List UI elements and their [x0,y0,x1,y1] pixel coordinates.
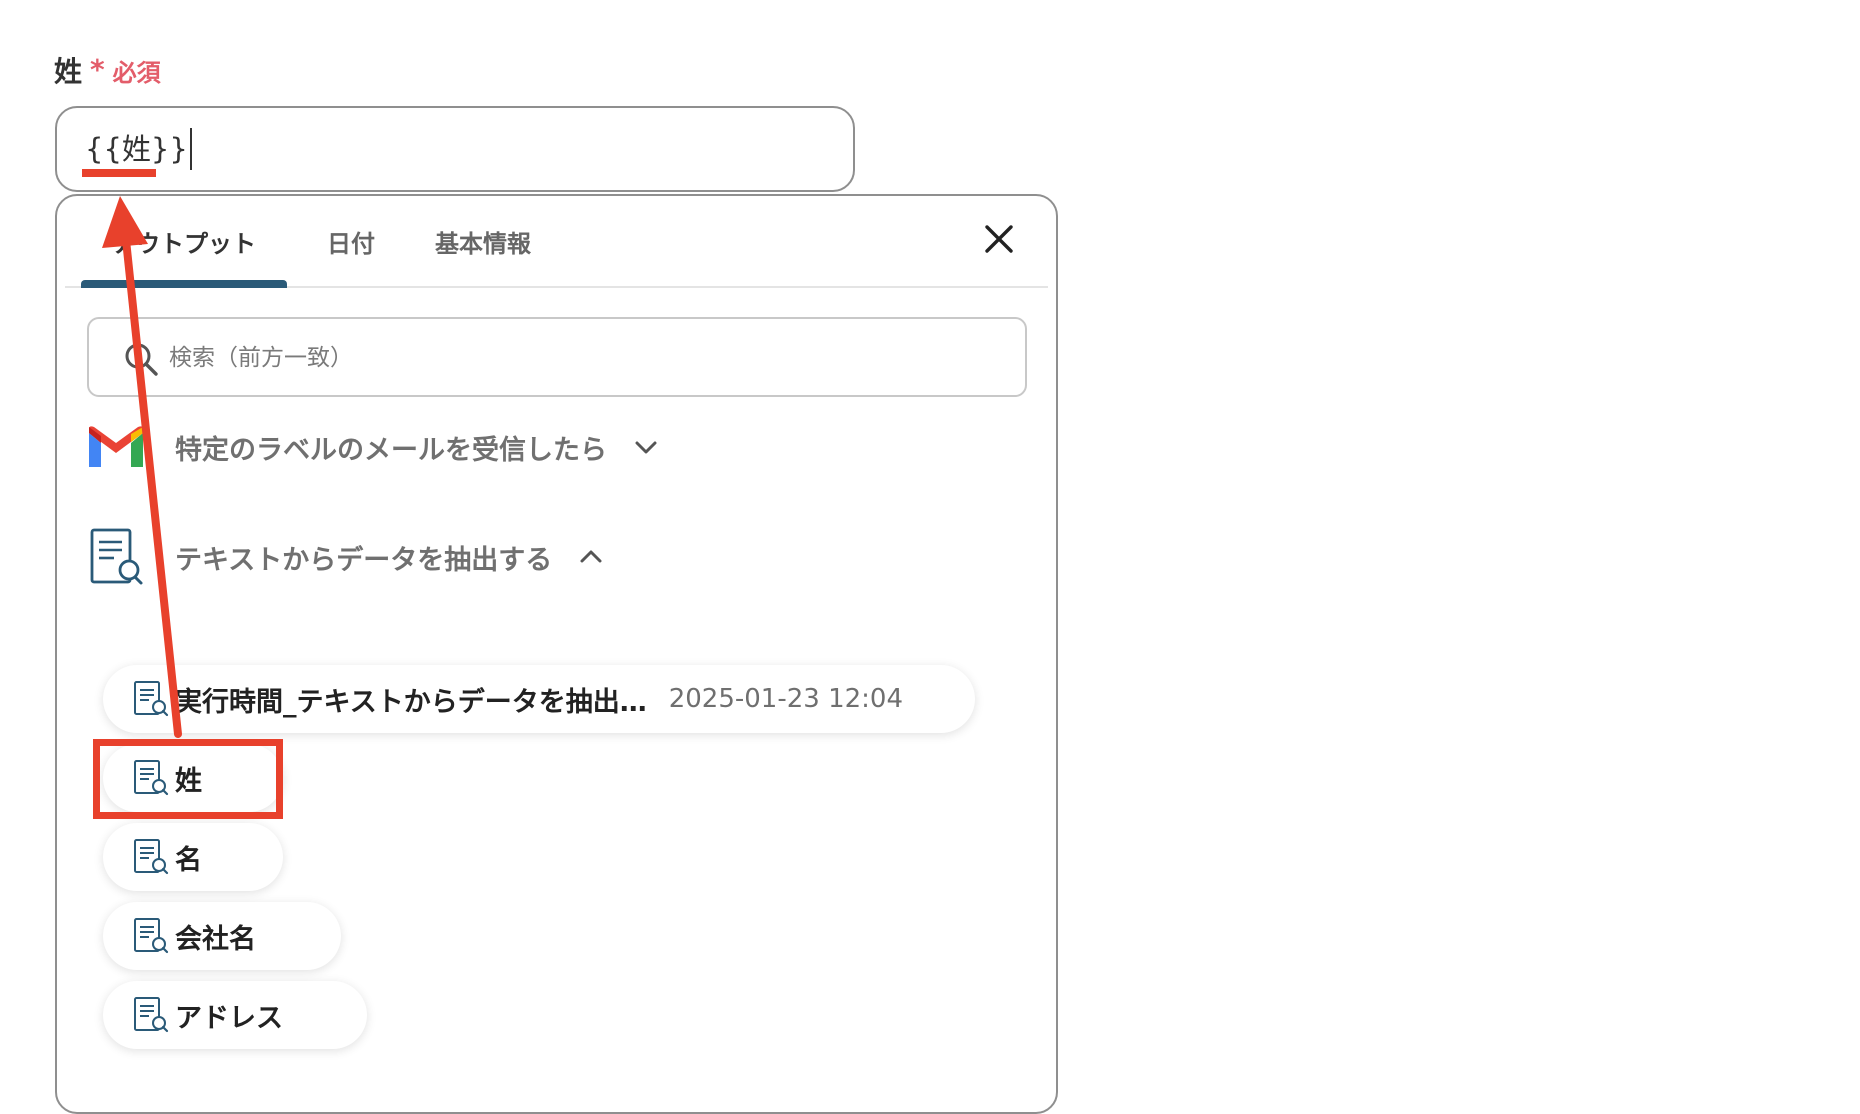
item-label: 会社名 [175,923,256,955]
section-title: 特定のラベルのメールを受信したら [175,434,607,466]
search-input[interactable] [167,333,991,383]
tab-basic-info[interactable]: 基本情報 [415,196,551,286]
close-button[interactable] [974,214,1024,264]
field-label: 姓 * 必須 [54,50,161,90]
tab-basic-info-label: 基本情報 [435,229,531,258]
section-gmail-trigger[interactable]: 特定のラベルのメールを受信したら [85,412,659,482]
search-icon [125,343,158,376]
tab-bar: アウトプット 日付 基本情報 [65,196,1048,288]
tab-output[interactable]: アウトプット [81,196,287,286]
last-name-input[interactable]: {{姓}} [55,106,855,192]
text-extract-icon [134,918,169,954]
text-extract-icon [85,526,147,588]
output-item-address[interactable]: アドレス [103,981,367,1049]
field-name: 姓 [54,55,83,88]
text-extract-icon [134,997,169,1033]
gmail-icon [85,416,147,478]
tab-output-label: アウトプット [112,229,256,258]
highlight-box-annotation [93,739,283,819]
close-icon [985,225,1013,253]
text-extract-icon [134,839,169,875]
output-item-execution-time[interactable]: 実行時間_テキストからデータを抽出… 2025-01-23 12:04 [103,665,975,733]
required-text: 必須 [112,58,161,87]
value-underline-annotation [82,169,156,177]
item-label: 名 [175,844,202,876]
active-tab-indicator [81,280,287,288]
tab-date-label: 日付 [327,229,375,258]
chevron-up-icon [580,550,602,563]
chevron-down-icon [635,441,657,454]
section-title: テキストからデータを抽出する [175,544,553,576]
section-text-extract[interactable]: テキストからデータを抽出する [85,522,604,592]
text-extract-icon [134,681,169,717]
search-box [87,317,1027,397]
input-value: {{姓}} [85,128,192,170]
output-item-first-name[interactable]: 名 [103,823,283,891]
required-asterisk: * [90,53,105,86]
variable-picker-panel: アウトプット 日付 基本情報 検索（前方一致） 特定のラベルのメールを受信したら… [55,194,1058,1114]
item-value: 2025-01-23 12:04 [668,684,903,714]
item-label: アドレス [175,1002,283,1034]
output-item-company-name[interactable]: 会社名 [103,902,341,970]
item-label: 実行時間_テキストからデータを抽出… [175,686,647,718]
tab-date[interactable]: 日付 [301,196,401,286]
